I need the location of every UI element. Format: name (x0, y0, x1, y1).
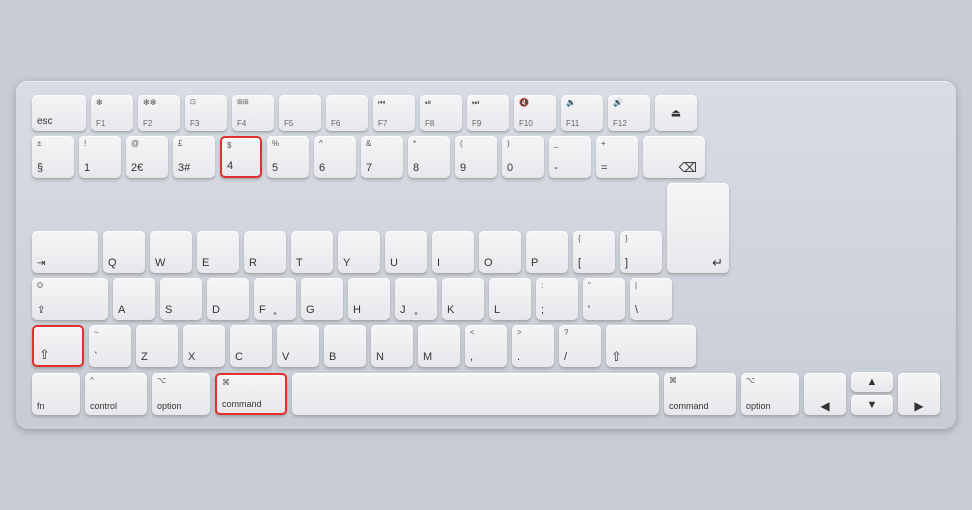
asdf-row: ⇪ A S D F G H J K L (32, 278, 940, 320)
key-shift-right[interactable]: ⇧ (606, 325, 696, 367)
key-k[interactable]: K (442, 278, 484, 320)
key-command-right[interactable]: ⌘ command (664, 373, 736, 415)
key-f10[interactable]: 🔇 F10 (514, 95, 556, 131)
qwerty-row: ⇥ Q W E R T Y U I O P { (32, 183, 940, 273)
key-option-right[interactable]: ⌥ option (741, 373, 799, 415)
key-w[interactable]: W (150, 231, 192, 273)
key-backslash[interactable]: | \ (630, 278, 672, 320)
key-fn[interactable]: fn (32, 373, 80, 415)
key-9[interactable]: ( 9 (455, 136, 497, 178)
key-1[interactable]: ! 1 (79, 136, 121, 178)
key-f7[interactable]: ⏮ F7 (373, 95, 415, 131)
key-eject[interactable]: ⏏ (655, 95, 697, 131)
key-return[interactable]: ↵ (667, 183, 729, 273)
key-semicolon[interactable]: : ; (536, 278, 578, 320)
key-tilde[interactable]: ~ ` (89, 325, 131, 367)
key-3[interactable]: £ 3# (173, 136, 215, 178)
key-v[interactable]: V (277, 325, 319, 367)
key-p[interactable]: P (526, 231, 568, 273)
key-arrow-left[interactable]: ◀ (804, 373, 846, 415)
key-q[interactable]: Q (103, 231, 145, 273)
key-4[interactable]: $ 4 (220, 136, 262, 178)
key-e[interactable]: E (197, 231, 239, 273)
key-b[interactable]: B (324, 325, 366, 367)
key-c[interactable]: C (230, 325, 272, 367)
key-arrow-up[interactable]: ▲ (851, 372, 893, 392)
key-f2[interactable]: ✻✻ F2 (138, 95, 180, 131)
key-control[interactable]: ^ control (85, 373, 147, 415)
key-f5[interactable]: F5 (279, 95, 321, 131)
key-esc[interactable]: esc (32, 95, 86, 131)
key-2[interactable]: @ 2€ (126, 136, 168, 178)
key-slash[interactable]: ? / (559, 325, 601, 367)
key-equals[interactable]: + = (596, 136, 638, 178)
key-g[interactable]: G (301, 278, 343, 320)
key-r[interactable]: R (244, 231, 286, 273)
key-comma[interactable]: < , (465, 325, 507, 367)
key-f8[interactable]: ⏯ F8 (420, 95, 462, 131)
key-f3[interactable]: ⊡ F3 (185, 95, 227, 131)
key-h[interactable]: H (348, 278, 390, 320)
key-f4[interactable]: ⊞⊞ F4 (232, 95, 274, 131)
key-arrow-right[interactable]: ▶ (898, 373, 940, 415)
key-space[interactable] (292, 373, 659, 415)
key-8[interactable]: * 8 (408, 136, 450, 178)
zxcv-row: ⇧ ~ ` Z X C V B N M < , > (32, 325, 940, 367)
key-f[interactable]: F (254, 278, 296, 320)
key-5[interactable]: % 5 (267, 136, 309, 178)
key-o[interactable]: O (479, 231, 521, 273)
key-d[interactable]: D (207, 278, 249, 320)
key-6[interactable]: ^ 6 (314, 136, 356, 178)
key-command-left[interactable]: ⌘ command (215, 373, 287, 415)
key-t[interactable]: T (291, 231, 333, 273)
key-minus[interactable]: _ - (549, 136, 591, 178)
key-0[interactable]: ) 0 (502, 136, 544, 178)
key-s[interactable]: S (160, 278, 202, 320)
key-x[interactable]: X (183, 325, 225, 367)
key-j[interactable]: J (395, 278, 437, 320)
key-tab[interactable]: ⇥ (32, 231, 98, 273)
key-quote[interactable]: " ' (583, 278, 625, 320)
key-f9[interactable]: ⏭ F9 (467, 95, 509, 131)
bottom-row: fn ^ control ⌥ option ⌘ command ⌘ comman… (32, 372, 940, 415)
key-l[interactable]: L (489, 278, 531, 320)
key-7[interactable]: & 7 (361, 136, 403, 178)
number-row: ± § ! 1 @ 2€ £ 3# $ 4 % 5 ^ 6 & 7 (32, 136, 940, 178)
keyboard: esc ✻ F1 ✻✻ F2 ⊡ F3 ⊞⊞ F4 F5 F6 ⏮ F7 ⏯ (16, 81, 956, 429)
key-f11[interactable]: 🔉 F11 (561, 95, 603, 131)
key-section[interactable]: ± § (32, 136, 74, 178)
key-delete[interactable]: ⌫ (643, 136, 705, 178)
key-period[interactable]: > . (512, 325, 554, 367)
key-m[interactable]: M (418, 325, 460, 367)
key-shift-left[interactable]: ⇧ (32, 325, 84, 367)
key-a[interactable]: A (113, 278, 155, 320)
key-i[interactable]: I (432, 231, 474, 273)
key-rbracket[interactable]: } ] (620, 231, 662, 273)
key-capslock[interactable]: ⇪ (32, 278, 108, 320)
key-arrow-down[interactable]: ▼ (851, 395, 893, 415)
fkey-row: esc ✻ F1 ✻✻ F2 ⊡ F3 ⊞⊞ F4 F5 F6 ⏮ F7 ⏯ (32, 95, 940, 131)
key-y[interactable]: Y (338, 231, 380, 273)
key-f1[interactable]: ✻ F1 (91, 95, 133, 131)
key-f12[interactable]: 🔊 F12 (608, 95, 650, 131)
key-z[interactable]: Z (136, 325, 178, 367)
key-lbracket[interactable]: { [ (573, 231, 615, 273)
key-option-left[interactable]: ⌥ option (152, 373, 210, 415)
key-u[interactable]: U (385, 231, 427, 273)
key-n[interactable]: N (371, 325, 413, 367)
key-f6[interactable]: F6 (326, 95, 368, 131)
